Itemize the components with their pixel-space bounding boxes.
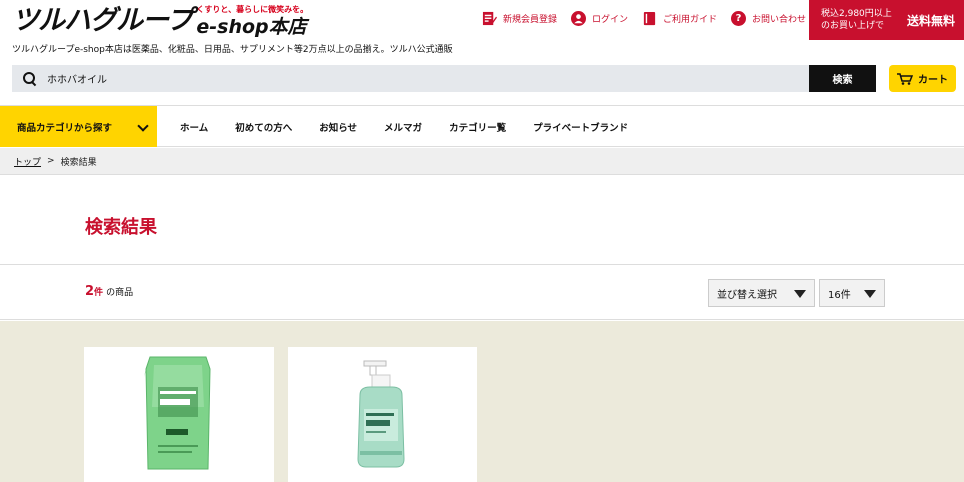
product-image-refill-pack <box>144 356 211 470</box>
nav-item-beginners[interactable]: 初めての方へ <box>235 120 292 134</box>
result-toolbar: 2 件 の商品 並び替え選択 16件 <box>0 264 964 320</box>
logo-brand: ツルハグループ <box>12 5 193 36</box>
per-page-select-label: 16件 <box>828 289 851 301</box>
product-image-pump-bottle <box>357 360 405 468</box>
guide-icon <box>643 11 656 26</box>
search-input[interactable] <box>47 73 747 84</box>
result-count: 2 件 の商品 <box>85 284 133 299</box>
register-label: 新規会員登録 <box>503 15 558 25</box>
breadcrumb-current: 検索結果 <box>60 157 97 168</box>
product-card[interactable] <box>288 347 477 482</box>
site-logo[interactable]: ツルハグループ くすりと、暮らしに微笑みを。 e-shop本店 <box>12 4 308 38</box>
category-menu-button[interactable]: 商品カテゴリから探す <box>0 106 157 147</box>
breadcrumb-home[interactable]: トップ <box>14 155 41 168</box>
guide-link[interactable]: ご利用ガイド <box>642 11 717 26</box>
result-count-label: の商品 <box>106 288 134 298</box>
search-icon <box>23 71 37 86</box>
nav-item-news[interactable]: お知らせ <box>319 120 357 134</box>
dropdown-arrow-icon <box>864 290 876 298</box>
cart-button[interactable]: カート <box>889 65 956 92</box>
breadcrumb: トップ > 検索結果 <box>0 148 964 175</box>
cart-label: カート <box>918 75 948 86</box>
result-count-number: 2 <box>85 284 95 299</box>
header-links: 新規会員登録 ログイン ご利用ガイド ? お問い合わせ <box>482 11 820 26</box>
login-icon <box>571 11 587 26</box>
register-link[interactable]: 新規会員登録 <box>482 11 557 26</box>
chevron-down-icon <box>137 120 149 132</box>
breadcrumb-separator: > <box>47 156 55 166</box>
free-shipping-banner: 税込2,980円以上のお買い上げで 送料無料 <box>809 0 964 40</box>
per-page-select[interactable]: 16件 <box>819 279 885 307</box>
page-title: 検索結果 <box>85 217 157 238</box>
shipping-free-label: 送料無料 <box>907 13 956 28</box>
category-menu-label: 商品カテゴリから探す <box>17 122 113 134</box>
result-count-unit: 件 <box>94 288 104 298</box>
sort-select-label: 並び替え選択 <box>717 289 777 301</box>
guide-label: ご利用ガイド <box>663 15 718 25</box>
search-bar <box>12 65 809 92</box>
site-header: ツルハグループ くすりと、暮らしに微笑みを。 e-shop本店 ツルハグループe… <box>0 0 964 60</box>
nav-item-newsletter[interactable]: メルマガ <box>384 120 422 134</box>
nav-item-home[interactable]: ホーム <box>180 120 208 134</box>
login-label: ログイン <box>592 15 629 25</box>
dropdown-arrow-icon <box>794 290 806 298</box>
sort-select[interactable]: 並び替え選択 <box>708 279 815 307</box>
nav-item-categories[interactable]: カテゴリー覧 <box>449 120 506 134</box>
search-button[interactable]: 検索 <box>809 65 876 92</box>
product-card[interactable] <box>84 347 274 482</box>
logo-tagline: くすりと、暮らしに微笑みを。 <box>196 5 309 14</box>
site-description: ツルハグループe-shop本店は医薬品、化粧品、日用品、サプリメント等2万点以上… <box>12 45 453 55</box>
shipping-condition: 税込2,980円以上のお買い上げで <box>821 9 892 31</box>
cart-icon <box>897 72 913 85</box>
login-link[interactable]: ログイン <box>571 11 628 26</box>
logo-shop: e-shop本店 <box>196 16 307 38</box>
register-icon <box>482 11 497 26</box>
main-nav: 商品カテゴリから探す ホーム 初めての方へ お知らせ メルマガ カテゴリー覧 プ… <box>0 105 964 147</box>
nav-item-private-brand[interactable]: プライベートブランド <box>533 120 628 134</box>
product-grid <box>0 321 964 482</box>
contact-link[interactable]: ? お問い合わせ <box>731 11 806 26</box>
contact-label: お問い合わせ <box>752 15 807 25</box>
question-icon: ? <box>731 11 747 26</box>
